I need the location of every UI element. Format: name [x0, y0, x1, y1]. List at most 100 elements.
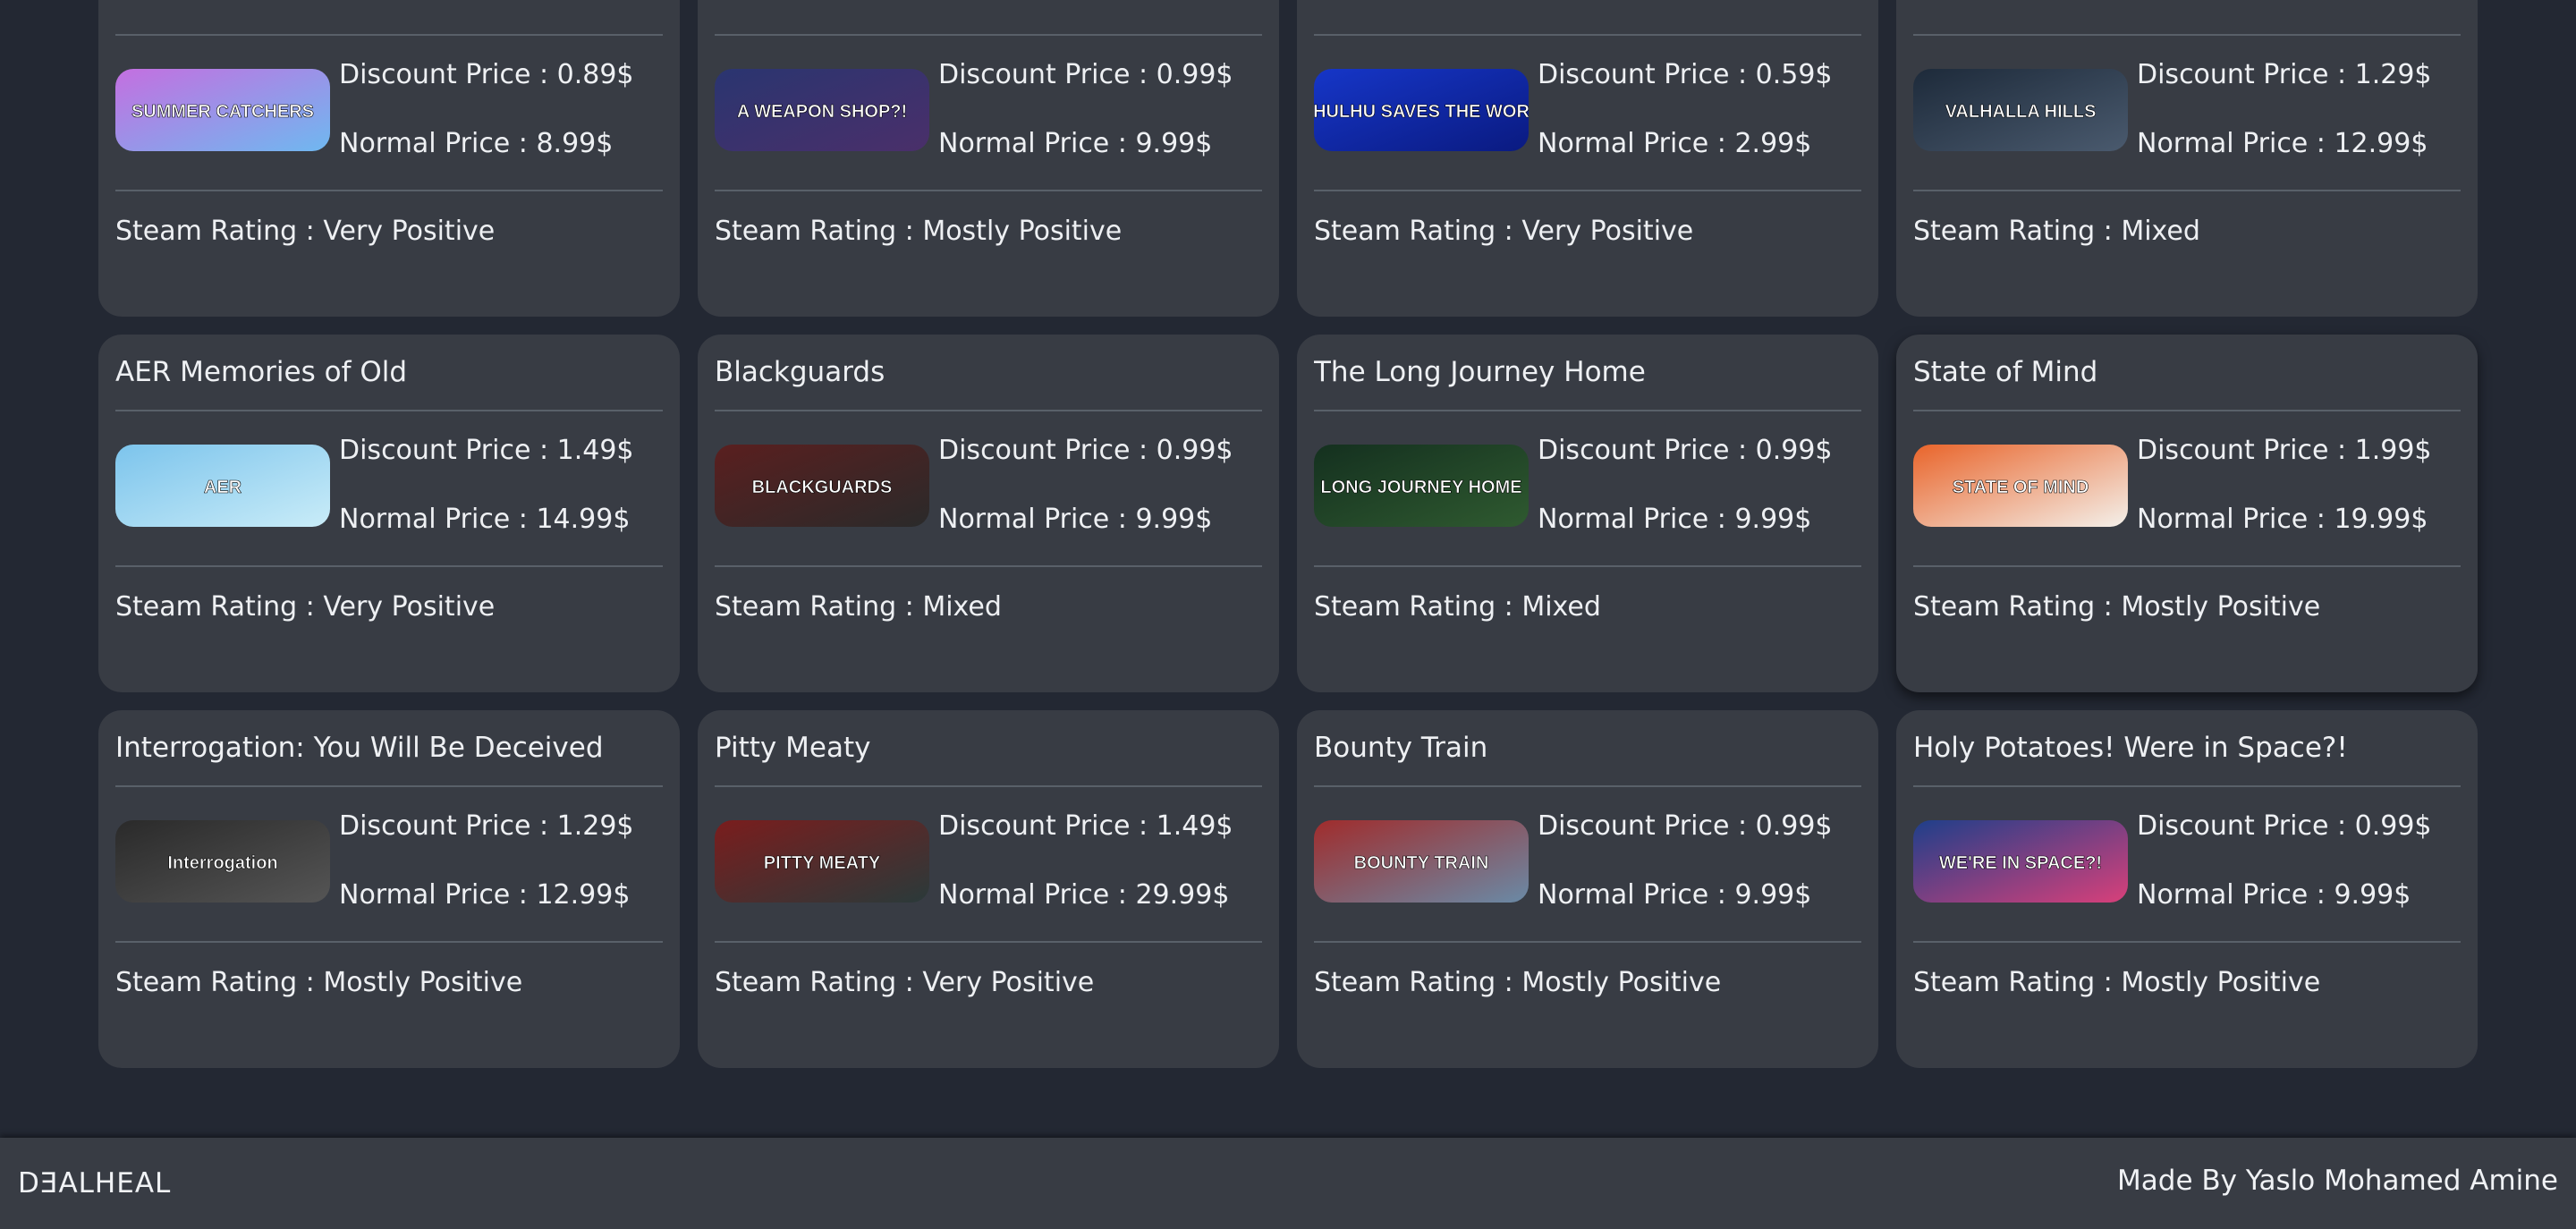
steam-rating-label: Steam Rating :	[115, 216, 324, 247]
normal-price-value: 8.99$	[536, 128, 614, 159]
game-thumbnail[interactable]: BLACKGUARDS	[715, 445, 929, 527]
game-card[interactable]: Holy Potatoes! Were in Space?! WE'RE IN S…	[1896, 710, 2478, 1068]
game-card[interactable]: VALHALLA HILLS Discount Price : 1.29$ Norm…	[1896, 0, 2478, 317]
steam-rating: Steam Rating : Mostly Positive	[1913, 567, 2461, 648]
discount-price-label: Discount Price :	[1538, 435, 1756, 466]
discount-price-label: Discount Price :	[1538, 810, 1756, 842]
normal-price: Normal Price : 9.99$	[938, 504, 1212, 535]
price-section: WE'RE IN SPACE?! Discount Price : 0.99$ No…	[1913, 787, 2461, 941]
steam-rating: Steam Rating : Mostly Positive	[1913, 943, 2461, 1023]
discount-price-label: Discount Price :	[1538, 59, 1756, 90]
discount-price-value: 0.99$	[2354, 810, 2432, 842]
game-card[interactable]: Interrogation: You Will Be Deceived Inter…	[98, 710, 680, 1068]
normal-price-label: Normal Price :	[2137, 128, 2334, 159]
normal-price-value: 14.99$	[536, 504, 631, 535]
steam-rating: Steam Rating : Mixed	[1314, 567, 1861, 648]
steam-rating-value: Mostly Positive	[2121, 967, 2321, 998]
game-title[interactable]	[1913, 0, 2461, 34]
normal-price-value: 19.99$	[2334, 504, 2428, 535]
game-title[interactable]: Bounty Train	[1314, 710, 1861, 785]
normal-price-label: Normal Price :	[1538, 504, 1735, 535]
steam-rating-value: Mixed	[922, 591, 1002, 623]
steam-rating-value: Very Positive	[922, 967, 1095, 998]
discount-price-value: 1.29$	[2354, 59, 2432, 90]
normal-price: Normal Price : 9.99$	[1538, 504, 1811, 535]
game-thumbnail[interactable]: Interrogation	[115, 820, 330, 903]
discount-price-value: 0.99$	[1156, 59, 1233, 90]
game-title[interactable]: State of Mind	[1913, 335, 2461, 410]
price-section: SUMMER CATCHERS Discount Price : 0.89$ Nor…	[115, 36, 663, 190]
price-section: STATE OF MIND Discount Price : 1.99$ Norma…	[1913, 411, 2461, 565]
game-thumbnail[interactable]: PITTY MEATY	[715, 820, 929, 903]
steam-rating: Steam Rating : Very Positive	[115, 191, 663, 272]
game-thumbnail[interactable]: SUMMER CATCHERS	[115, 69, 330, 151]
game-title[interactable]	[715, 0, 1262, 34]
game-thumbnail[interactable]: BOUNTY TRAIN	[1314, 820, 1529, 903]
normal-price-label: Normal Price :	[339, 504, 537, 535]
steam-rating-label: Steam Rating :	[715, 591, 923, 623]
normal-price: Normal Price : 8.99$	[339, 128, 613, 159]
footer-credit: Made By Yaslo Mohamed Amine	[2117, 1165, 2558, 1197]
steam-rating-value: Very Positive	[323, 216, 496, 247]
steam-rating: Steam Rating : Mixed	[1913, 191, 2461, 272]
game-thumbnail[interactable]: AER	[115, 445, 330, 527]
game-card[interactable]: CTHULHU SAVES THE WORLD Discount Price : …	[1297, 0, 1878, 317]
game-title[interactable]: Blackguards	[715, 335, 1262, 410]
footer-brand-logo[interactable]: DƎALHEAL	[18, 1138, 171, 1229]
discount-price-value: 1.99$	[2354, 435, 2432, 466]
thumbnail-caption: Interrogation	[167, 853, 277, 873]
game-title[interactable]: The Long Journey Home	[1314, 335, 1861, 410]
game-card[interactable]: AER Memories of Old AER Discount Price : 1…	[98, 335, 680, 692]
discount-price-label: Discount Price :	[938, 59, 1157, 90]
discount-price: Discount Price : 1.29$	[2137, 59, 2432, 90]
price-section: VALHALLA HILLS Discount Price : 1.29$ Norm…	[1913, 36, 2461, 190]
game-title[interactable]: Interrogation: You Will Be Deceived	[115, 710, 663, 785]
discount-price: Discount Price : 0.59$	[1538, 59, 1833, 90]
game-thumbnail[interactable]: WE'RE IN SPACE?!	[1913, 820, 2128, 903]
price-section: A WEAPON SHOP?! Discount Price : 0.99$ Nor…	[715, 36, 1262, 190]
game-thumbnail-art: CTHULHU SAVES THE WORLD	[1314, 69, 1529, 151]
discount-price: Discount Price : 0.99$	[2137, 810, 2432, 842]
discount-price: Discount Price : 0.99$	[1538, 435, 1833, 466]
game-card[interactable]: A WEAPON SHOP?! Discount Price : 0.99$ Nor…	[698, 0, 1279, 317]
game-card[interactable]: SUMMER CATCHERS Discount Price : 0.89$ Nor…	[98, 0, 680, 317]
game-card[interactable]: Pitty Meaty PITTY MEATY Discount Price : 1…	[698, 710, 1279, 1068]
game-card[interactable]: The Long Journey Home LONG JOURNEY HOME Di…	[1297, 335, 1878, 692]
thumbnail-caption: A WEAPON SHOP?!	[737, 102, 907, 122]
game-card[interactable]: Blackguards BLACKGUARDS Discount Price : 0…	[698, 335, 1279, 692]
normal-price-value: 29.99$	[1135, 879, 1230, 911]
thumbnail-caption: CTHULHU SAVES THE WORLD	[1314, 102, 1529, 122]
steam-rating-label: Steam Rating :	[1314, 967, 1522, 998]
game-thumbnail[interactable]: VALHALLA HILLS	[1913, 69, 2128, 151]
normal-price: Normal Price : 29.99$	[938, 879, 1229, 911]
game-title[interactable]	[115, 0, 663, 34]
game-title[interactable]: AER Memories of Old	[115, 335, 663, 410]
game-thumbnail[interactable]: A WEAPON SHOP?!	[715, 69, 929, 151]
game-thumbnail[interactable]: LONG JOURNEY HOME	[1314, 445, 1529, 527]
thumbnail-caption: LONG JOURNEY HOME	[1320, 478, 1521, 497]
game-card[interactable]: State of Mind STATE OF MIND Discount Price…	[1896, 335, 2478, 692]
game-title[interactable]: Pitty Meaty	[715, 710, 1262, 785]
steam-rating-label: Steam Rating :	[1913, 591, 2122, 623]
discount-price-label: Discount Price :	[2137, 810, 2355, 842]
game-title[interactable]	[1314, 0, 1861, 34]
game-card[interactable]: Bounty Train BOUNTY TRAIN Discount Price :…	[1297, 710, 1878, 1068]
normal-price-value: 2.99$	[1734, 128, 1812, 159]
normal-price-value: 9.99$	[2334, 879, 2411, 911]
normal-price: Normal Price : 12.99$	[2137, 128, 2428, 159]
normal-price: Normal Price : 9.99$	[938, 128, 1212, 159]
game-thumbnail-art: BOUNTY TRAIN	[1314, 820, 1529, 903]
discount-price-value: 0.89$	[556, 59, 634, 90]
discount-price-value: 0.99$	[1156, 435, 1233, 466]
steam-rating: Steam Rating : Mixed	[715, 567, 1262, 648]
steam-rating: Steam Rating : Mostly Positive	[1314, 943, 1861, 1023]
game-thumbnail-art: BLACKGUARDS	[715, 445, 929, 527]
normal-price-label: Normal Price :	[1538, 128, 1735, 159]
game-title[interactable]: Holy Potatoes! Were in Space?!	[1913, 710, 2461, 785]
discount-price-label: Discount Price :	[938, 435, 1157, 466]
game-thumbnail[interactable]: CTHULHU SAVES THE WORLD	[1314, 69, 1529, 151]
game-thumbnail[interactable]: STATE OF MIND	[1913, 445, 2128, 527]
discount-price-label: Discount Price :	[2137, 435, 2355, 466]
steam-rating-value: Very Positive	[323, 591, 496, 623]
normal-price-value: 12.99$	[2334, 128, 2428, 159]
